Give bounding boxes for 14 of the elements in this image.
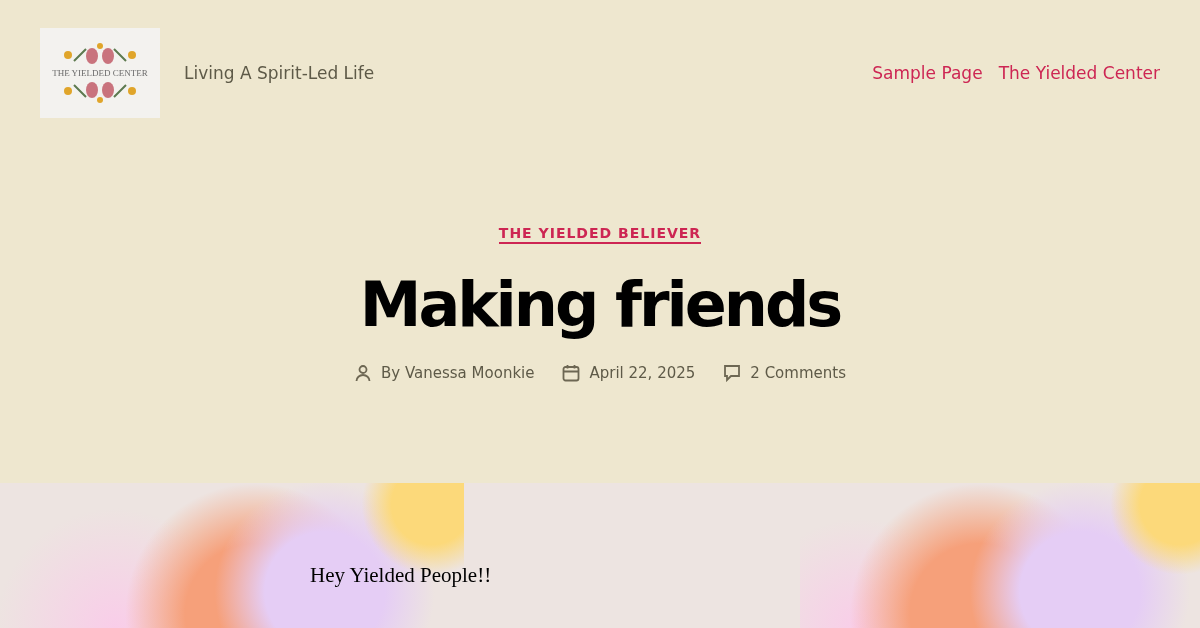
author-link[interactable]: By Vanessa Moonkie: [381, 364, 535, 383]
nav-link[interactable]: The Yielded Center: [998, 63, 1160, 83]
nav-link[interactable]: Sample Page: [872, 63, 983, 83]
logo-text: THE YIELDED CENTER: [52, 68, 148, 78]
person-icon: [354, 364, 373, 383]
post-title: Making friends: [359, 268, 841, 343]
site-tagline: Living A Spirit-Led Life: [184, 63, 375, 83]
site-logo[interactable]: THE YIELDED CENTER: [40, 28, 160, 118]
category-link[interactable]: THE YIELDED BELIEVER: [498, 225, 702, 244]
calendar-icon: [562, 364, 581, 383]
comments-link[interactable]: 2 Comments: [750, 364, 846, 383]
paragraph: Hey Yielded People!!: [310, 563, 492, 588]
comment-icon: [723, 364, 742, 383]
post-date[interactable]: April 22, 2025: [589, 364, 696, 383]
